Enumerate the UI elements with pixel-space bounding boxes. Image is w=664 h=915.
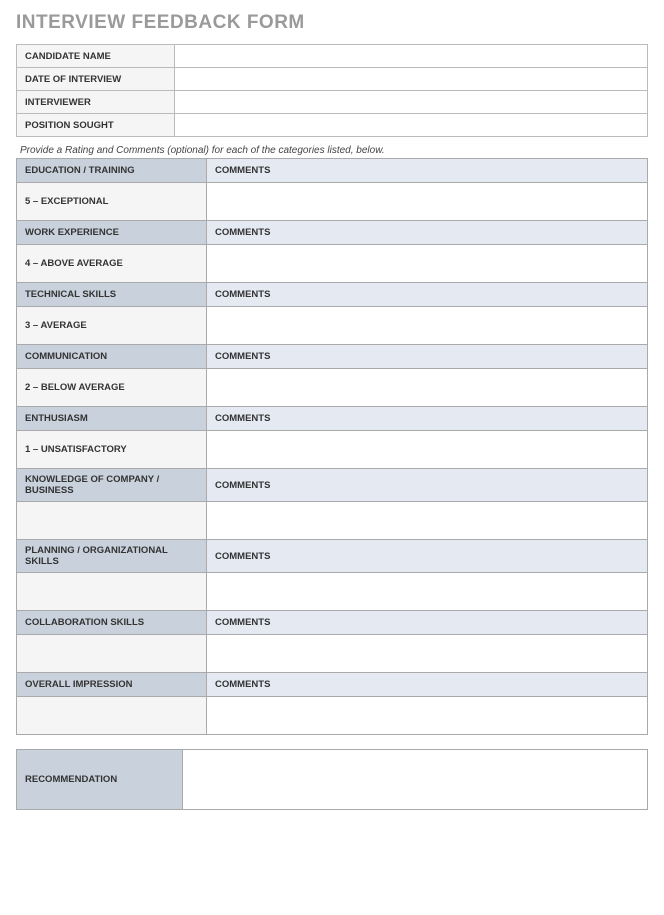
table-row: 4 – ABOVE AVERAGE [17, 245, 648, 283]
comment-field[interactable] [207, 573, 648, 611]
recommendation-label: RECOMMENDATION [17, 750, 183, 810]
table-row: COLLABORATION SKILLSCOMMENTS [17, 611, 648, 635]
instruction-text: Provide a Rating and Comments (optional)… [20, 145, 648, 156]
date-of-interview-label: DATE OF INTERVIEW [17, 68, 175, 91]
comments-header: COMMENTS [207, 345, 648, 369]
table-row: DATE OF INTERVIEW [17, 68, 648, 91]
rating-field[interactable] [17, 697, 207, 735]
table-row: OVERALL IMPRESSIONCOMMENTS [17, 673, 648, 697]
category-label: KNOWLEDGE OF COMPANY / BUSINESS [17, 469, 207, 502]
comment-field[interactable] [207, 307, 648, 345]
comment-field[interactable] [207, 697, 648, 735]
rating-field[interactable] [17, 502, 207, 540]
interviewer-field[interactable] [175, 91, 648, 114]
table-row [17, 502, 648, 540]
rating-table: EDUCATION / TRAININGCOMMENTS5 – EXCEPTIO… [16, 158, 648, 735]
category-label: TECHNICAL SKILLS [17, 283, 207, 307]
category-label: COMMUNICATION [17, 345, 207, 369]
comment-field[interactable] [207, 635, 648, 673]
table-row [17, 635, 648, 673]
rating-field[interactable]: 3 – AVERAGE [17, 307, 207, 345]
table-row: PLANNING / ORGANIZATIONAL SKILLSCOMMENTS [17, 540, 648, 573]
table-row: POSITION SOUGHT [17, 114, 648, 137]
table-row: WORK EXPERIENCECOMMENTS [17, 221, 648, 245]
interviewer-label: INTERVIEWER [17, 91, 175, 114]
candidate-name-label: CANDIDATE NAME [17, 45, 175, 68]
comments-header: COMMENTS [207, 283, 648, 307]
table-row: 5 – EXCEPTIONAL [17, 183, 648, 221]
category-label: WORK EXPERIENCE [17, 221, 207, 245]
date-of-interview-field[interactable] [175, 68, 648, 91]
comments-header: COMMENTS [207, 221, 648, 245]
candidate-name-field[interactable] [175, 45, 648, 68]
table-row: 2 – BELOW AVERAGE [17, 369, 648, 407]
rating-field[interactable] [17, 573, 207, 611]
rating-field[interactable] [17, 635, 207, 673]
recommendation-field[interactable] [183, 750, 648, 810]
comments-header: COMMENTS [207, 673, 648, 697]
table-row: COMMUNICATIONCOMMENTS [17, 345, 648, 369]
comments-header: COMMENTS [207, 407, 648, 431]
table-row: INTERVIEWER [17, 91, 648, 114]
comment-field[interactable] [207, 369, 648, 407]
position-sought-label: POSITION SOUGHT [17, 114, 175, 137]
category-label: COLLABORATION SKILLS [17, 611, 207, 635]
table-row: 3 – AVERAGE [17, 307, 648, 345]
comments-header: COMMENTS [207, 469, 648, 502]
recommendation-table: RECOMMENDATION [16, 749, 648, 810]
table-row [17, 697, 648, 735]
table-row: KNOWLEDGE OF COMPANY / BUSINESSCOMMENTS [17, 469, 648, 502]
category-label: ENTHUSIASM [17, 407, 207, 431]
comment-field[interactable] [207, 431, 648, 469]
comments-header: COMMENTS [207, 540, 648, 573]
table-row: EDUCATION / TRAININGCOMMENTS [17, 159, 648, 183]
page-title: INTERVIEW FEEDBACK FORM [16, 12, 648, 34]
rating-field[interactable]: 4 – ABOVE AVERAGE [17, 245, 207, 283]
comments-header: COMMENTS [207, 159, 648, 183]
position-sought-field[interactable] [175, 114, 648, 137]
table-row: ENTHUSIASMCOMMENTS [17, 407, 648, 431]
comment-field[interactable] [207, 245, 648, 283]
category-label: OVERALL IMPRESSION [17, 673, 207, 697]
category-label: PLANNING / ORGANIZATIONAL SKILLS [17, 540, 207, 573]
comment-field[interactable] [207, 502, 648, 540]
rating-field[interactable]: 2 – BELOW AVERAGE [17, 369, 207, 407]
table-row: RECOMMENDATION [17, 750, 648, 810]
candidate-info-table: CANDIDATE NAME DATE OF INTERVIEW INTERVI… [16, 44, 648, 137]
comments-header: COMMENTS [207, 611, 648, 635]
rating-field[interactable]: 5 – EXCEPTIONAL [17, 183, 207, 221]
table-row: 1 – UNSATISFACTORY [17, 431, 648, 469]
table-row [17, 573, 648, 611]
table-row: CANDIDATE NAME [17, 45, 648, 68]
table-row: TECHNICAL SKILLSCOMMENTS [17, 283, 648, 307]
comment-field[interactable] [207, 183, 648, 221]
category-label: EDUCATION / TRAINING [17, 159, 207, 183]
rating-field[interactable]: 1 – UNSATISFACTORY [17, 431, 207, 469]
